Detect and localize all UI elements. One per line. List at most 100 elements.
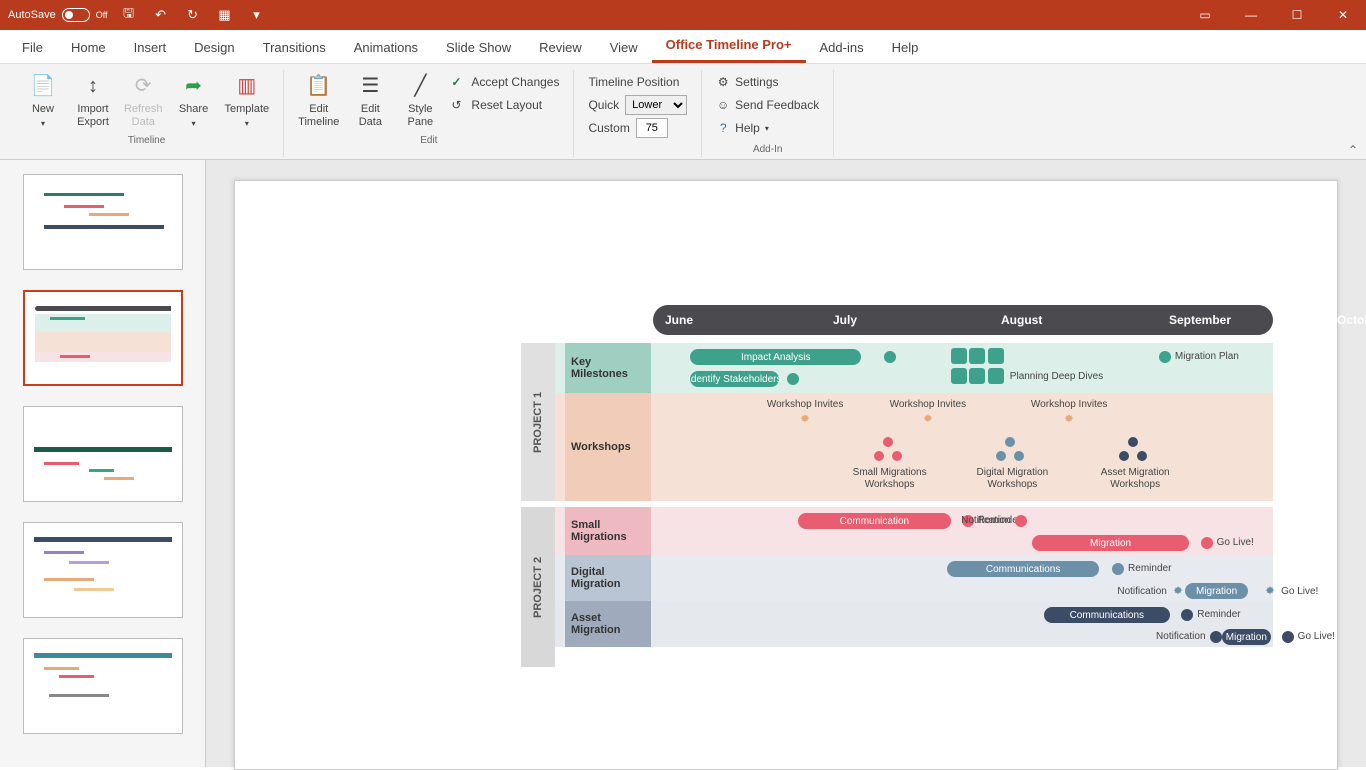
share-icon: ➦ xyxy=(180,72,208,100)
gear-icon: ⚙ xyxy=(716,75,730,89)
project-label: PROJECT 1 xyxy=(521,343,555,501)
import-icon: ↕ xyxy=(79,72,107,100)
edit-timeline-icon: 📋 xyxy=(305,72,333,100)
timeline-text: Go Live! xyxy=(1217,537,1254,548)
edit-timeline-button[interactable]: 📋EditTimeline xyxy=(294,70,343,131)
qat-customize-icon[interactable]: ▾ xyxy=(246,4,268,26)
timeline-text: Asset MigrationWorkshops xyxy=(1085,467,1185,491)
slide-thumb-4[interactable] xyxy=(23,522,183,618)
timeline-dot xyxy=(884,351,896,363)
maximize-icon[interactable]: ☐ xyxy=(1274,0,1320,30)
timeline-text: Notification xyxy=(945,515,1011,526)
autosave-toggle[interactable]: AutoSave Off xyxy=(8,8,108,22)
timeline-dot xyxy=(1282,631,1294,643)
timeline-bar: Migration xyxy=(1222,629,1270,645)
slide-thumb-1[interactable] xyxy=(23,174,183,270)
slide-thumbnails[interactable] xyxy=(0,160,206,767)
tab-office-timeline-pro-[interactable]: Office Timeline Pro+ xyxy=(652,29,806,63)
collapse-ribbon-icon[interactable]: ⌃ xyxy=(1348,143,1358,157)
timeline-cluster xyxy=(870,437,910,465)
slide-canvas[interactable]: JuneJulyAugustSeptemberOctoberPROJECT 1K… xyxy=(234,180,1338,770)
month-label: September xyxy=(1169,313,1231,327)
refresh-data-button[interactable]: ⟳RefreshData xyxy=(120,70,167,131)
tab-insert[interactable]: Insert xyxy=(120,32,181,63)
smile-icon: ☺ xyxy=(716,98,730,112)
custom-label: Custom xyxy=(588,121,629,135)
timeline-text: Migration Plan xyxy=(1175,351,1239,362)
slide-thumb-3[interactable] xyxy=(23,406,183,502)
ribbon: 📄New▾ ↕ImportExport ⟳RefreshData ➦Share▾… xyxy=(0,64,1366,160)
new-button[interactable]: 📄New▾ xyxy=(20,70,66,131)
title-bar: AutoSave Off 🖫 ↶ ↻ ▦ ▾ ▭ — ☐ ✕ xyxy=(0,0,1366,30)
cog-icon xyxy=(1062,413,1076,427)
timeline-text: Reminder xyxy=(1128,563,1171,574)
cog-icon xyxy=(1171,585,1185,599)
timeline-square xyxy=(951,368,967,384)
help-icon: ? xyxy=(716,121,730,135)
month-label: June xyxy=(665,313,693,327)
reset-layout-button[interactable]: Reset Layout xyxy=(451,95,559,115)
ribbon-display-icon[interactable]: ▭ xyxy=(1182,0,1228,30)
send-feedback-button[interactable]: ☺Send Feedback xyxy=(716,95,819,115)
timeline-bar: Migration xyxy=(1185,583,1248,599)
timeline-bar: Communication xyxy=(798,513,951,529)
timeline-text: Notification xyxy=(1140,631,1206,642)
cog-icon xyxy=(1263,585,1277,599)
accept-changes-button[interactable]: Accept Changes xyxy=(451,72,559,92)
timeline-dot xyxy=(1015,515,1027,527)
import-export-button[interactable]: ↕ImportExport xyxy=(70,70,116,131)
timeline-square xyxy=(951,348,967,364)
redo-icon[interactable]: ↻ xyxy=(182,4,204,26)
timeline-bar: Identify Stakeholders xyxy=(690,371,779,387)
style-pane-button[interactable]: ╱StylePane xyxy=(397,70,443,131)
custom-input[interactable] xyxy=(636,118,668,138)
tab-help[interactable]: Help xyxy=(878,32,933,63)
autosave-label: AutoSave xyxy=(8,9,56,21)
month-label: August xyxy=(1001,313,1042,327)
save-icon[interactable]: 🖫 xyxy=(118,4,140,26)
quick-select[interactable]: Lower xyxy=(625,95,687,115)
tab-review[interactable]: Review xyxy=(525,32,596,63)
settings-button[interactable]: ⚙Settings xyxy=(716,72,819,92)
refresh-icon: ⟳ xyxy=(129,72,157,100)
share-button[interactable]: ➦Share▾ xyxy=(171,70,217,131)
edit-data-button[interactable]: ☰EditData xyxy=(347,70,393,131)
tab-home[interactable]: Home xyxy=(57,32,120,63)
tab-animations[interactable]: Animations xyxy=(340,32,432,63)
help-button[interactable]: ?Help ▾ xyxy=(716,118,819,138)
timeline-dot xyxy=(1112,563,1124,575)
timeline-bar: Migration xyxy=(1032,535,1188,551)
tab-transitions[interactable]: Transitions xyxy=(249,32,340,63)
slide-thumb-5[interactable] xyxy=(23,638,183,734)
timeline-text: Reminder xyxy=(1197,609,1240,620)
tab-file[interactable]: File xyxy=(8,32,57,63)
close-icon[interactable]: ✕ xyxy=(1320,0,1366,30)
workspace: JuneJulyAugustSeptemberOctoberPROJECT 1K… xyxy=(0,160,1366,767)
timeline-dot xyxy=(1201,537,1213,549)
tab-add-ins[interactable]: Add-ins xyxy=(806,32,878,63)
tab-slide-show[interactable]: Slide Show xyxy=(432,32,525,63)
row-label: AssetMigration xyxy=(565,601,651,647)
timeline-dot xyxy=(1210,631,1222,643)
cog-icon xyxy=(921,413,935,427)
ribbon-group-timeline: Timeline xyxy=(128,135,165,146)
tab-design[interactable]: Design xyxy=(180,32,248,63)
present-icon[interactable]: ▦ xyxy=(214,4,236,26)
timeline-square xyxy=(988,348,1004,364)
slide-editor[interactable]: JuneJulyAugustSeptemberOctoberPROJECT 1K… xyxy=(206,160,1366,767)
month-label: July xyxy=(833,313,857,327)
timeline-bar: Impact Analysis xyxy=(690,349,861,365)
tab-view[interactable]: View xyxy=(596,32,652,63)
template-button[interactable]: ▥Template▾ xyxy=(221,70,274,131)
timeline-square xyxy=(969,368,985,384)
month-label: October xyxy=(1337,313,1366,327)
timeline-square xyxy=(988,368,1004,384)
undo-icon[interactable]: ↶ xyxy=(150,4,172,26)
minimize-icon[interactable]: — xyxy=(1228,0,1274,30)
timeline-text: Workshop Invites xyxy=(883,399,973,410)
row-label: SmallMigrations xyxy=(565,507,651,555)
ribbon-group-addin: Add-In xyxy=(753,144,782,155)
project-label: PROJECT 2 xyxy=(521,507,555,667)
slide-thumb-2[interactable] xyxy=(23,290,183,386)
timeline-cluster xyxy=(1115,437,1155,465)
